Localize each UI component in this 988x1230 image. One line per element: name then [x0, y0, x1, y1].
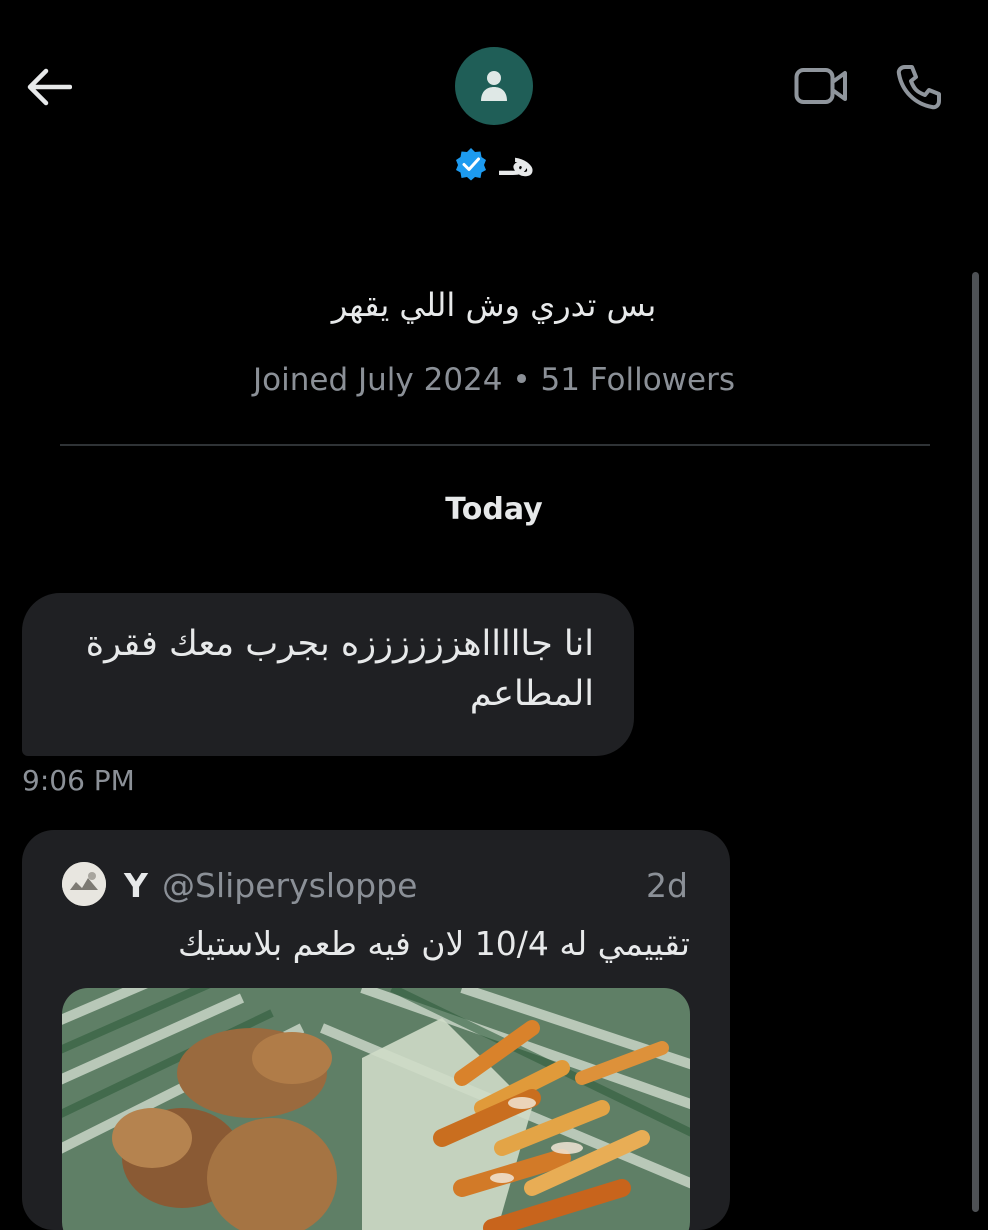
profile-meta: Joined July 2024 • 51 Followers: [253, 362, 735, 398]
display-name: هـ: [499, 144, 535, 184]
message-text: انا جاااااهززززززه بجرب معك فقرة المطاعم: [85, 624, 594, 714]
verified-badge-icon: [456, 148, 487, 181]
shared-post-text: تقييمي له 10/4 لان فيه طعم بلاستيك: [177, 924, 690, 963]
video-call-button[interactable]: [792, 60, 850, 112]
shared-post-author[interactable]: Y: [124, 866, 148, 905]
message-bubble[interactable]: انا جاااااهززززززه بجرب معك فقرة المطاعم: [22, 593, 634, 756]
shared-post-card[interactable]: Y @Sliperysloppe 2d تقييمي له 10/4 لان ف…: [22, 830, 730, 1230]
voice-call-button[interactable]: [892, 60, 946, 114]
photo-food-icon: [62, 988, 690, 1230]
shared-post-handle[interactable]: @Sliperysloppe: [162, 866, 417, 905]
day-separator: Today: [445, 492, 543, 527]
divider: [60, 444, 930, 446]
message-timestamp: 9:06 PM: [22, 764, 135, 797]
profile-bio: بس تدري وش اللي يقهر: [331, 286, 657, 324]
arrow-left-icon: [27, 68, 72, 106]
shared-post-age: 2d: [646, 866, 688, 905]
scrollbar[interactable]: [972, 272, 979, 1212]
person-icon: [481, 71, 507, 101]
video-camera-icon: [794, 68, 847, 104]
avatar[interactable]: [455, 47, 533, 125]
shared-post-image[interactable]: [62, 988, 690, 1230]
back-button[interactable]: [20, 58, 78, 116]
shared-post-avatar[interactable]: [62, 862, 106, 906]
phone-icon: [896, 65, 941, 110]
conversation-header: هـ: [0, 0, 988, 240]
display-name-row[interactable]: هـ: [0, 142, 988, 186]
